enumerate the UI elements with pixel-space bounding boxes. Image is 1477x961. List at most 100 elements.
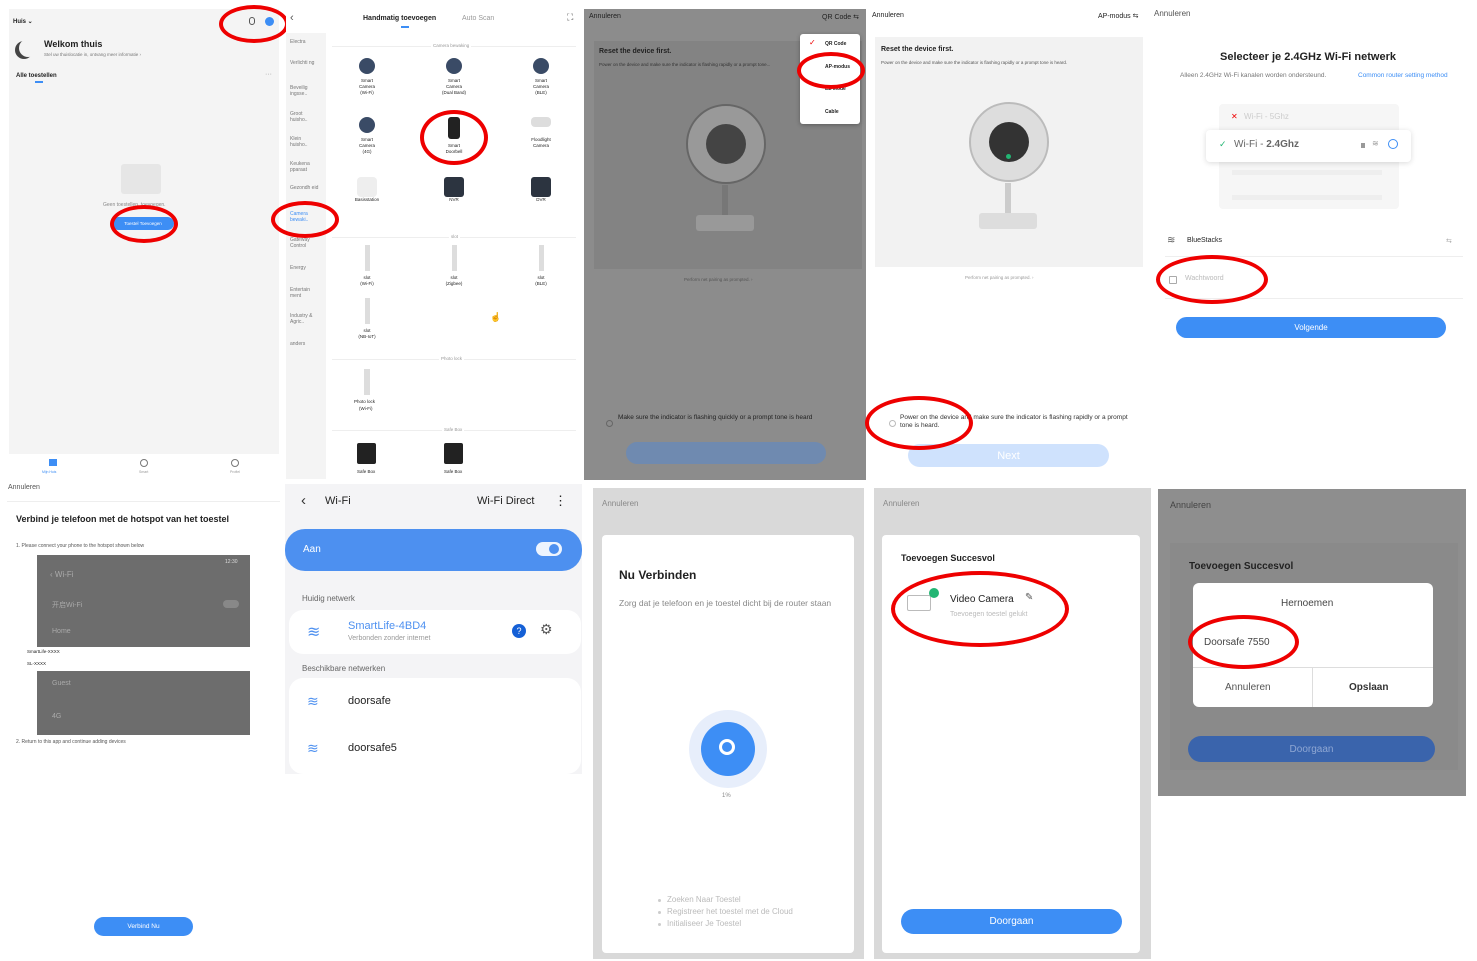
continue-button[interactable]: Doorgaan [901, 909, 1122, 934]
camera-icon[interactable] [446, 58, 462, 74]
device-label[interactable]: Smart [342, 78, 392, 83]
router-link[interactable]: Common router setting method [1358, 72, 1448, 79]
category-item[interactable]: Energy [290, 265, 320, 271]
category-item[interactable]: Industry & Agric.. [290, 313, 320, 325]
back-icon[interactable]: ‹ [301, 492, 306, 509]
mode-switch[interactable]: AP-modus ⇆ [1098, 12, 1139, 20]
home-dropdown[interactable]: Huis ⌄ [13, 18, 33, 25]
profile-icon[interactable] [231, 459, 239, 467]
device-label[interactable]: NVR [429, 197, 479, 202]
category-item[interactable]: Beveilig ingsse.. [290, 85, 320, 97]
more-icon[interactable]: ··· [265, 71, 272, 78]
lock-icon[interactable] [539, 245, 544, 271]
tab-auto-scan[interactable]: Auto Scan [462, 15, 494, 22]
connect-now-button[interactable]: Verbind Nu [94, 917, 193, 936]
category-item[interactable]: Verlichti ng [290, 60, 320, 66]
category-item[interactable]: Gezondh eid [290, 185, 320, 191]
device-label[interactable]: (Dual Band) [429, 90, 479, 95]
dialog-cancel-button[interactable]: Annuleren [1225, 682, 1271, 693]
cancel-link[interactable]: Annuleren [883, 499, 919, 508]
device-label[interactable]: Camera [342, 143, 392, 148]
category-item[interactable]: Gateway Control [290, 237, 320, 249]
device-icon[interactable] [531, 117, 551, 127]
lock-icon[interactable] [452, 245, 457, 271]
next-button[interactable]: Volgende [1176, 317, 1446, 338]
safe-box-icon[interactable] [444, 443, 463, 464]
menu-cable[interactable]: Cable [825, 109, 839, 115]
current-network-card[interactable] [289, 610, 581, 654]
help-icon[interactable]: ? [512, 624, 526, 638]
more-menu-icon[interactable]: ⋮ [554, 493, 567, 509]
category-item[interactable]: Klein huisho.. [290, 136, 320, 148]
device-label[interactable]: (Zigbee) [429, 281, 479, 286]
scan-icon[interactable]: ⛶ [567, 12, 573, 23]
device-label[interactable]: slot [516, 275, 566, 280]
device-label[interactable]: Camera [429, 84, 479, 89]
checkbox[interactable] [606, 420, 613, 427]
wifi-direct-link[interactable]: Wi-Fi Direct [477, 495, 534, 507]
device-label[interactable]: Safe Box [444, 469, 462, 474]
nav-home[interactable]: Mijn Huis [42, 470, 56, 474]
save-button[interactable]: Opslaan [1349, 682, 1388, 693]
cancel-link[interactable]: Annuleren [589, 13, 621, 20]
device-label[interactable]: (BLE) [516, 90, 566, 95]
device-label[interactable]: Floodlight [516, 137, 566, 142]
next-button[interactable] [626, 442, 826, 464]
cancel-link[interactable]: Annuleren [8, 484, 40, 491]
camera-icon[interactable] [359, 58, 375, 74]
device-label[interactable]: slot [429, 275, 479, 280]
device-label[interactable]: (BLE) [516, 281, 566, 286]
device-label[interactable]: (NB-IoT) [342, 334, 392, 339]
device-label[interactable]: Smart [342, 137, 392, 142]
cancel-link[interactable]: Annuleren [1170, 500, 1211, 510]
category-item[interactable]: anders [290, 341, 320, 347]
settings-icon[interactable]: ⚙ [540, 621, 553, 638]
nav-smart[interactable]: Smart [139, 470, 148, 474]
device-icon[interactable] [444, 177, 464, 197]
device-label[interactable]: Smart [516, 78, 566, 83]
nav-profile[interactable]: Profiel [230, 470, 240, 474]
cancel-link[interactable]: Annuleren [1154, 9, 1190, 18]
pairing-link[interactable]: Perform net pairing as prompted. › [684, 277, 753, 282]
category-item[interactable]: Electra [290, 39, 320, 45]
cancel-link[interactable]: Annuleren [872, 12, 904, 19]
photo-lock-icon[interactable] [364, 369, 370, 395]
device-icon[interactable] [531, 177, 551, 197]
lock-icon[interactable] [365, 298, 370, 324]
device-label[interactable]: (Wi-Fi) [342, 281, 392, 286]
mode-switch[interactable]: QR Code ⇆ [822, 13, 859, 21]
lock-icon[interactable] [365, 245, 370, 271]
ssid-field[interactable]: BlueStacks [1187, 237, 1222, 244]
pairing-link[interactable]: Perform net pairing as prompted. › [965, 275, 1034, 280]
category-item[interactable]: Entertain ment [290, 287, 320, 299]
continue-button[interactable]: Doorgaan [1188, 736, 1435, 762]
category-item[interactable]: Keukena pparaat [290, 161, 320, 173]
device-label[interactable]: Camera [516, 84, 566, 89]
device-label[interactable]: (Wi-Fi) [359, 406, 373, 411]
home-nav-icon[interactable] [49, 459, 57, 466]
tab-manual[interactable]: Handmatig toevoegen [363, 15, 436, 22]
network-doorsafe5[interactable]: doorsafe5 [348, 742, 397, 754]
sun-icon[interactable] [140, 459, 148, 467]
safe-box-icon[interactable] [357, 443, 376, 464]
device-label[interactable]: (Wi-Fi) [342, 90, 392, 95]
camera-icon[interactable] [533, 58, 549, 74]
device-label[interactable]: Smart [429, 78, 479, 83]
device-label[interactable]: Basisstation [342, 197, 392, 202]
menu-qr[interactable]: QR Code [825, 41, 846, 47]
device-label[interactable]: Safe Box [357, 469, 375, 474]
device-label[interactable]: slot [342, 275, 392, 280]
category-item[interactable]: Groot huisho.. [290, 111, 320, 123]
camera-icon[interactable] [359, 117, 375, 133]
device-label[interactable]: (4G) [342, 149, 392, 154]
device-label[interactable]: Camera [516, 143, 566, 148]
network-name[interactable]: SmartLife-4BD4 [348, 620, 426, 632]
cancel-link[interactable]: Annuleren [602, 499, 638, 508]
all-devices-tab[interactable]: Alle toestellen [16, 73, 57, 79]
device-label[interactable]: slot [342, 328, 392, 333]
device-icon[interactable] [357, 177, 377, 197]
back-icon[interactable]: ‹ [290, 12, 294, 24]
device-label[interactable]: DVR [516, 197, 566, 202]
network-doorsafe[interactable]: doorsafe [348, 695, 391, 707]
welcome-sub[interactable]: Stel uw thuislocatie in, ontvang meer in… [44, 52, 141, 57]
